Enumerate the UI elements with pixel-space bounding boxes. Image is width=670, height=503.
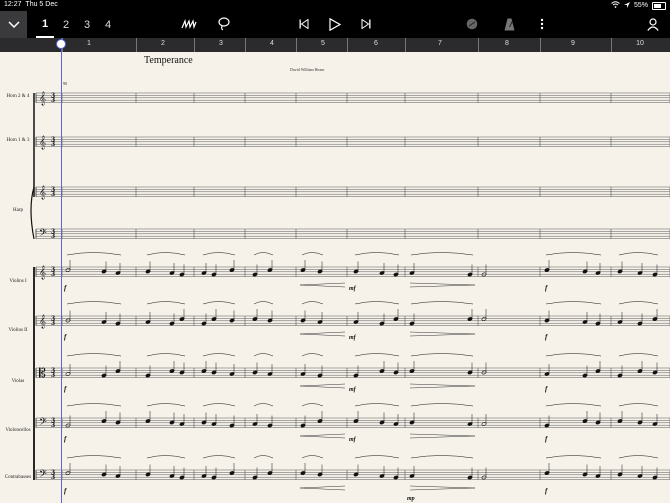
wifi-icon bbox=[611, 1, 620, 10]
treble-clef-icon: 𝄞 bbox=[39, 91, 46, 105]
treble-clef-icon: 𝄞 bbox=[39, 135, 46, 149]
time-signature-top: 3 bbox=[51, 93, 55, 100]
staff-contrabasses: 𝄢 33 bbox=[35, 468, 670, 482]
bar-ruler[interactable]: 1 2 3 4 5 6 7 8 9 10 bbox=[0, 38, 670, 52]
lasso-icon[interactable] bbox=[216, 16, 232, 32]
dynamic-marking: f bbox=[64, 333, 67, 341]
skip-back-icon[interactable] bbox=[297, 17, 311, 31]
dynamic-marking: f bbox=[545, 284, 548, 292]
tempo-mark: 90 bbox=[63, 81, 67, 86]
dynamic-marking: f bbox=[545, 333, 548, 341]
dynamic-marking: f bbox=[545, 385, 548, 393]
dynamic-marking: mf bbox=[349, 286, 357, 292]
ruler-bar-5[interactable]: 5 bbox=[296, 38, 325, 52]
bass-clef-icon: 𝄢 bbox=[39, 468, 47, 482]
dynamic-marking: f bbox=[545, 487, 548, 495]
dynamic-marking: f bbox=[64, 487, 67, 495]
toolbar: 1 2 3 4 bbox=[0, 11, 670, 38]
staff-violoncellos: 𝄢 33 bbox=[35, 416, 670, 430]
status-right: 55% bbox=[611, 1, 666, 10]
dynamic-marking: mf bbox=[349, 335, 357, 341]
ruler-bar-9[interactable]: 9 bbox=[540, 38, 575, 52]
dynamic-marking: f bbox=[64, 435, 67, 443]
notes-staff-1: f f mf bbox=[64, 252, 659, 292]
notes: f f mf f f mf f f mf f f mf f f mp bbox=[64, 252, 659, 502]
ruler-bar-6[interactable]: 6 bbox=[347, 38, 378, 52]
more-icon[interactable] bbox=[537, 16, 547, 32]
notes-staff-5: f f mp bbox=[64, 455, 659, 502]
ruler-bar-2[interactable]: 2 bbox=[136, 38, 165, 52]
treble-clef-icon: 𝄞 bbox=[39, 314, 46, 328]
svg-text:90: 90 bbox=[63, 81, 67, 86]
staff-harp-lower: 𝄢 33 bbox=[35, 227, 670, 241]
score-notation[interactable]: 90 𝄞 33𝄞 33𝄞 33𝄢 33𝄞 33𝄞 33𝄡 33𝄢 33𝄢 33 f fmff fmff… bbox=[0, 52, 670, 503]
time-signature-top: 3 bbox=[51, 418, 55, 425]
alto-clef-icon: 𝄡 bbox=[39, 366, 46, 380]
staff-violins-2: 𝄞 33 bbox=[35, 314, 670, 328]
ruler-bar-7[interactable]: 7 bbox=[405, 38, 442, 52]
notes-staff-2: f f mf bbox=[64, 301, 659, 341]
time-signature-top: 3 bbox=[51, 368, 55, 375]
time-signature-top: 3 bbox=[51, 229, 55, 236]
ruler-bar-4[interactable]: 4 bbox=[245, 38, 274, 52]
dynamic-marking: mf bbox=[349, 387, 357, 393]
treble-clef-icon: 𝄞 bbox=[39, 185, 46, 199]
ruler-bar-10[interactable]: 10 bbox=[611, 38, 644, 52]
staff-harp-upper: 𝄞 33 bbox=[35, 185, 670, 199]
treble-clef-icon: 𝄞 bbox=[39, 265, 46, 279]
dynamic-marking: mp bbox=[407, 496, 415, 502]
time-signature-top: 3 bbox=[51, 187, 55, 194]
time-signature-top: 3 bbox=[51, 267, 55, 274]
mixer-icon[interactable] bbox=[465, 17, 479, 31]
staff-horn-1-3: 𝄞 33 bbox=[35, 135, 670, 149]
battery-percent: 55% bbox=[633, 2, 648, 9]
battery-icon bbox=[652, 1, 666, 10]
dynamic-marking: f bbox=[64, 385, 67, 393]
location-icon bbox=[623, 1, 630, 10]
score-page[interactable]: Temperance David William Hearn Horn 2 & … bbox=[0, 52, 670, 503]
status-bar: 12:27 Thu 5 Dec 55% bbox=[0, 0, 670, 11]
dynamic-marking: f bbox=[64, 284, 67, 292]
notes-staff-3: f f mf bbox=[64, 353, 659, 393]
time-signature-top: 3 bbox=[51, 470, 55, 477]
tab-4[interactable]: 4 bbox=[99, 11, 117, 38]
dynamic-marking: mf bbox=[349, 437, 357, 443]
bass-clef-icon: 𝄢 bbox=[39, 416, 47, 430]
staff-violas: 𝄡 33 bbox=[35, 366, 670, 380]
ruler-bar-3[interactable]: 3 bbox=[194, 38, 223, 52]
play-icon[interactable] bbox=[327, 16, 343, 32]
metronome-icon[interactable] bbox=[502, 16, 516, 32]
tab-3[interactable]: 3 bbox=[78, 11, 96, 38]
notes-staff-4: f f mf bbox=[64, 403, 659, 443]
dynamic-marking: f bbox=[545, 435, 548, 443]
profile-icon[interactable] bbox=[645, 16, 661, 32]
staff-violins-1: 𝄞 33 bbox=[35, 265, 670, 279]
staff-horn-2-4: 𝄞 33 bbox=[35, 91, 670, 105]
time-signature-top: 3 bbox=[51, 316, 55, 323]
chevron-down-icon[interactable] bbox=[0, 11, 27, 38]
draw-icon[interactable] bbox=[180, 17, 198, 31]
tab-2[interactable]: 2 bbox=[57, 11, 75, 38]
playhead-handle[interactable] bbox=[56, 39, 66, 49]
playhead-line[interactable] bbox=[61, 38, 62, 503]
tab-1[interactable]: 1 bbox=[36, 11, 54, 38]
bass-clef-icon: 𝄢 bbox=[39, 227, 47, 241]
ruler-bar-8[interactable]: 8 bbox=[478, 38, 509, 52]
skip-forward-icon[interactable] bbox=[359, 17, 373, 31]
status-time: 12:27 Thu 5 Dec bbox=[4, 1, 58, 8]
time-signature-top: 3 bbox=[51, 137, 55, 144]
